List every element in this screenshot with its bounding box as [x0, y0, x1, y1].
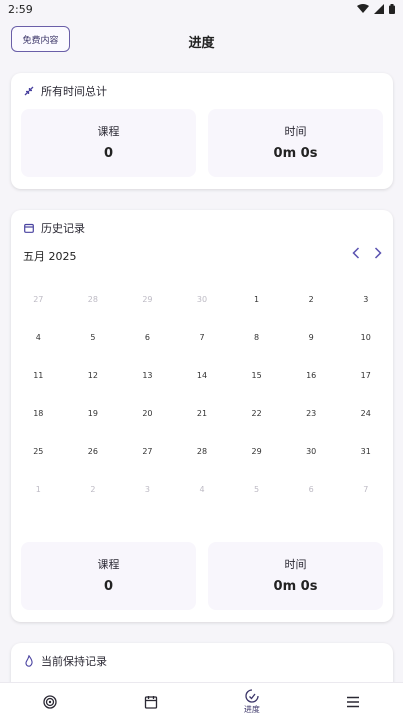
stat-value: 0m 0s	[273, 146, 318, 161]
calendar-day[interactable]: 20	[120, 409, 175, 418]
calendar-day[interactable]: 10	[338, 333, 393, 342]
calendar-day[interactable]: 14	[175, 371, 230, 380]
calendar-icon	[23, 222, 35, 234]
stat-label: 时间	[284, 125, 307, 138]
calendar-day[interactable]: 29	[229, 447, 284, 456]
calendar-day[interactable]: 5	[229, 485, 284, 494]
stat-label: 课程	[97, 125, 120, 138]
all-time-summary-card: 所有时间总计 课程 0 时间 0m 0s	[11, 73, 393, 189]
calendar-day[interactable]: 12	[66, 371, 121, 380]
summary-time-stat: 时间 0m 0s	[208, 109, 383, 177]
compress-arrows-icon	[23, 85, 35, 97]
calendar-day[interactable]: 24	[338, 409, 393, 418]
calendar-day[interactable]: 11	[11, 371, 66, 380]
status-icons	[357, 4, 395, 14]
chevron-left-icon[interactable]	[351, 246, 361, 260]
calendar-day[interactable]: 2	[66, 485, 121, 494]
history-title: 历史记录	[41, 222, 85, 235]
calendar-day[interactable]: 5	[66, 333, 121, 342]
history-time-stat: 时间 0m 0s	[208, 542, 383, 610]
calendar-day[interactable]: 30	[284, 447, 339, 456]
calendar-day[interactable]: 3	[120, 485, 175, 494]
status-time: 2:59	[8, 2, 33, 16]
calendar-day[interactable]: 6	[120, 333, 175, 342]
calendar-day[interactable]: 17	[338, 371, 393, 380]
history-courses-stat: 课程 0	[21, 542, 196, 610]
calendar-week: 27 28 29 30 1 2 3	[11, 280, 393, 318]
calendar-month-label: 五月 2025	[23, 250, 77, 263]
app-header: 免费内容 进度	[0, 18, 403, 64]
calendar-day[interactable]: 31	[338, 447, 393, 456]
calendar-day[interactable]: 2	[284, 295, 339, 304]
chevron-right-icon[interactable]	[373, 246, 383, 260]
calendar-day[interactable]: 19	[66, 409, 121, 418]
calendar-day[interactable]: 29	[120, 295, 175, 304]
bottom-navigation: 进度	[0, 682, 403, 720]
stat-value: 0m 0s	[273, 579, 318, 594]
calendar-day[interactable]: 1	[11, 485, 66, 494]
calendar-day[interactable]: 9	[284, 333, 339, 342]
calendar-day[interactable]: 4	[175, 485, 230, 494]
streak-title: 当前保持记录	[41, 655, 107, 668]
history-card: 历史记录 五月 2025 27 28 29 30 1 2 3 4 5 6 7 8…	[11, 210, 393, 622]
calendar-day[interactable]: 27	[11, 295, 66, 304]
calendar-day[interactable]: 25	[11, 447, 66, 456]
progress-icon	[245, 688, 259, 703]
nav-item-progress[interactable]: 进度	[202, 683, 303, 720]
calendar-day[interactable]: 28	[66, 295, 121, 304]
calendar-week: 11 12 13 14 15 16 17	[11, 356, 393, 394]
summary-title: 所有时间总计	[41, 85, 107, 98]
calendar-week: 18 19 20 21 22 23 24	[11, 394, 393, 432]
wifi-icon	[357, 4, 369, 13]
summary-card-header: 所有时间总计	[23, 83, 107, 99]
target-icon	[43, 694, 58, 709]
status-bar: 2:59	[0, 0, 403, 18]
history-card-header: 历史记录	[23, 220, 85, 236]
stat-value: 0	[103, 579, 114, 594]
stat-value: 0	[103, 146, 114, 161]
calendar-day[interactable]: 26	[66, 447, 121, 456]
page-title: 进度	[188, 36, 215, 51]
nav-label-progress: 进度	[243, 704, 260, 714]
calendar-day[interactable]: 13	[120, 371, 175, 380]
calendar-week: 25 26 27 28 29 30 31	[11, 432, 393, 470]
calendar-day[interactable]: 30	[175, 295, 230, 304]
calendar-day[interactable]: 27	[120, 447, 175, 456]
calendar-day[interactable]: 1	[229, 295, 284, 304]
nav-item-menu[interactable]	[302, 683, 403, 720]
calendar-icon	[144, 695, 158, 709]
stat-label: 课程	[97, 558, 120, 571]
calendar-week: 1 2 3 4 5 6 7	[11, 470, 393, 508]
menu-icon	[346, 696, 359, 707]
summary-courses-stat: 课程 0	[21, 109, 196, 177]
calendar-day[interactable]: 22	[229, 409, 284, 418]
calendar-day[interactable]: 7	[338, 485, 393, 494]
calendar-day[interactable]: 3	[338, 295, 393, 304]
flame-icon	[23, 655, 35, 667]
calendar-week: 4 5 6 7 8 9 10	[11, 318, 393, 356]
calendar-day[interactable]: 15	[229, 371, 284, 380]
calendar-grid: 27 28 29 30 1 2 3 4 5 6 7 8 9 10 11 12 1…	[11, 280, 393, 508]
nav-item-home[interactable]	[0, 683, 101, 720]
signal-icon	[374, 4, 384, 14]
calendar-day[interactable]: 4	[11, 333, 66, 342]
calendar-day[interactable]: 7	[175, 333, 230, 342]
calendar-day[interactable]: 23	[284, 409, 339, 418]
battery-icon	[389, 4, 395, 14]
calendar-nav	[351, 246, 383, 260]
calendar-day[interactable]: 28	[175, 447, 230, 456]
stat-label: 时间	[284, 558, 307, 571]
streak-card-header: 当前保持记录	[23, 653, 107, 669]
calendar-day[interactable]: 6	[284, 485, 339, 494]
calendar-day[interactable]: 18	[11, 409, 66, 418]
calendar-day[interactable]: 21	[175, 409, 230, 418]
calendar-day[interactable]: 8	[229, 333, 284, 342]
calendar-day[interactable]: 16	[284, 371, 339, 380]
nav-item-courses[interactable]	[101, 683, 202, 720]
